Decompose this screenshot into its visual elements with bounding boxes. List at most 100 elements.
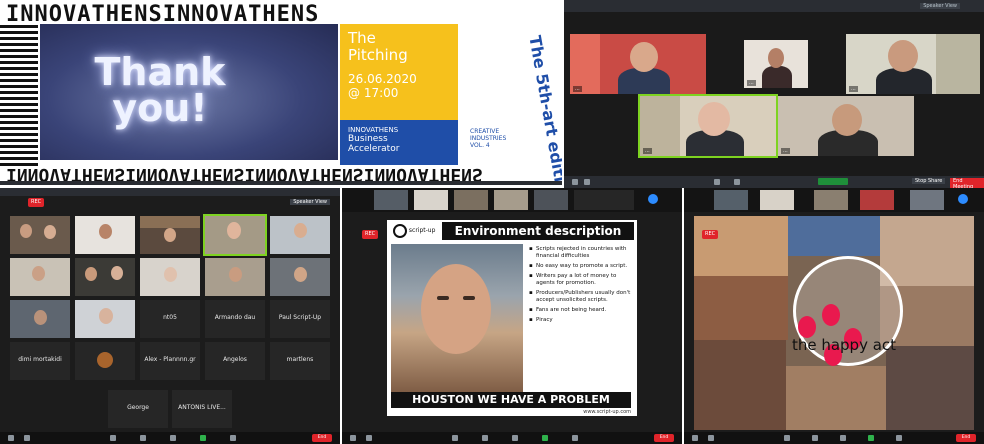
date-text: 26.06.2020 [348,72,417,86]
next-page-icon[interactable] [648,194,658,204]
participants-icon[interactable] [812,435,818,441]
logo-dot [798,316,816,338]
person-head [32,266,45,281]
innovathens-banner: INNOVATHENSINNOVATHENS Thank you! The Pi… [0,0,562,185]
thumbnail-video [534,190,568,210]
tile-name: ... [747,80,756,86]
video-tile [270,258,330,296]
video-tile: ... [570,34,706,94]
tile-name: ... [781,148,790,154]
chat-icon[interactable] [734,179,740,185]
zoom-toolbar: End [684,432,984,444]
end-meeting-button[interactable]: End [956,434,976,442]
video-tile-active-speaker: ... [638,94,778,158]
zoom-title-bar [0,188,340,196]
accelerator-line2: Business [348,134,388,144]
recording-indicator: REC [28,198,45,207]
person-head [164,267,177,282]
video-icon[interactable] [24,435,30,441]
share-screen-icon[interactable] [200,435,206,441]
speaker-view-button[interactable]: Speaker View [920,3,960,9]
slide-banner: HOUSTON WE HAVE A PROBLEM [391,392,631,408]
thumbnail-video [494,190,528,210]
video-tile [75,258,135,296]
participants-icon[interactable] [714,179,720,185]
security-icon[interactable] [110,435,116,441]
name-tile: Paul Script-Up [270,300,330,338]
video-tile: ... [778,96,914,156]
script-up-logo-icon [393,223,407,238]
end-meeting-button[interactable]: End Meeting [950,178,984,188]
record-icon[interactable] [230,435,236,441]
slide-logo-text: script-up [408,227,436,234]
security-icon[interactable] [784,435,790,441]
video-tile [140,258,200,296]
video-tile-active-speaker [203,214,267,256]
pitching-line1: The [348,29,376,47]
chat-icon[interactable] [840,435,846,441]
share-screen-icon[interactable] [868,435,874,441]
video-icon[interactable] [366,435,372,441]
wall-segment [640,96,680,156]
participant-name: Paul Script-Up [278,314,322,321]
collage-photo [694,276,788,340]
name-tile: ANTONIS LIVE... [172,390,232,428]
share-screen-icon[interactable] [542,435,548,441]
person-head [630,42,658,72]
slide-bullet: Writers pay a lot of money to agents for… [529,273,635,287]
record-icon[interactable] [896,435,902,441]
chat-icon[interactable] [512,435,518,441]
video-tile [10,258,70,296]
collage-photo [788,216,880,256]
thank-you-slide: Thank you! [40,24,338,160]
video-tile [270,216,330,254]
person-head [229,267,242,282]
person-head [44,225,56,239]
wall-segment [570,34,600,94]
share-screen-button[interactable] [818,178,848,185]
thank-you-text: Thank you! [80,50,240,127]
mute-icon[interactable] [8,435,14,441]
speaker-view-button[interactable]: Speaker View [290,199,330,205]
mute-icon[interactable] [692,435,698,441]
slide-bullet: No easy way to promote a script. [529,263,635,270]
person-head [698,102,730,136]
slide-bullet: Piracy [529,317,635,324]
accelerator-line1: INNOVATHENS [348,126,399,134]
creative-line2: INDUSTRIES [470,135,507,142]
accelerator-text: INNOVATHENS Business Accelerator [348,126,456,154]
chat-icon[interactable] [170,435,176,441]
mute-icon[interactable] [350,435,356,441]
participant-name: Angelos [223,356,247,363]
video-icon[interactable] [584,179,590,185]
stop-share-button[interactable]: Stop Share [912,178,946,184]
record-icon[interactable] [572,435,578,441]
zoom-toolbar: End [342,432,682,444]
zoom-window-top-right: Speaker View ... ... ... ... ... Stop Sh… [564,0,984,188]
thumbnail-video [910,190,944,210]
video-icon[interactable] [708,435,714,441]
avatar [97,352,113,368]
next-page-icon[interactable] [958,194,968,204]
collage-photo [880,216,974,286]
thumbnail-strip [684,188,984,212]
mute-icon[interactable] [572,179,578,185]
participant-name: dimi mortakidi [18,356,62,363]
tile-name: ... [849,86,858,92]
video-tile [10,300,70,338]
participants-icon[interactable] [482,435,488,441]
end-meeting-button[interactable]: End [312,434,332,442]
participants-icon[interactable] [140,435,146,441]
person-head [227,222,241,239]
participant-name: nt05 [163,314,177,321]
tile-name: ... [573,86,582,92]
name-tile: George [108,390,168,428]
creative-line1: CREATIVE [470,128,500,135]
thank-you-line1: Thank [94,50,226,94]
end-meeting-button[interactable]: End [654,434,674,442]
thumbnail-video [374,190,408,210]
person-head [99,308,113,324]
zoom-toolbar: Stop Share End Meeting [564,176,984,188]
person-head [832,104,862,136]
security-icon[interactable] [452,435,458,441]
